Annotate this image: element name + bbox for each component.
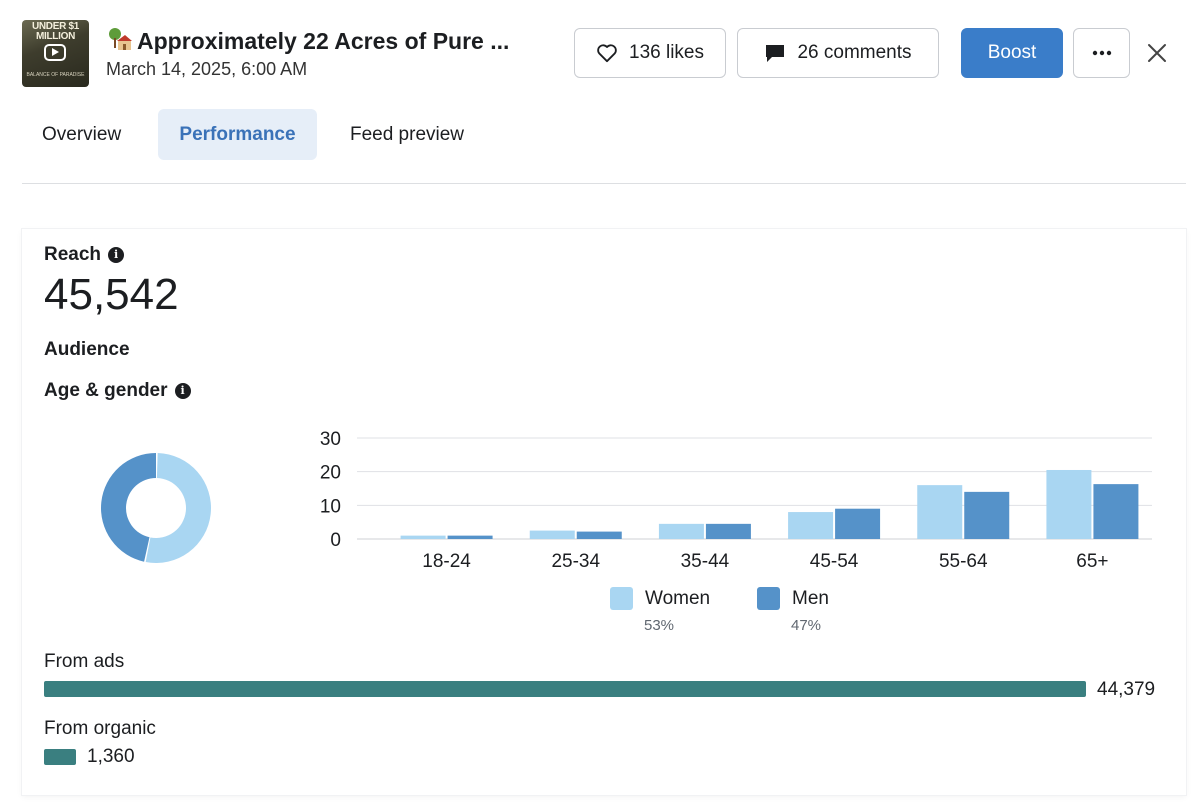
legend-men: Men 47% [757, 587, 829, 634]
bar-men-65+[interactable] [1093, 484, 1139, 539]
thumbnail-subtext: BALANCE OF PARADISE [26, 72, 85, 78]
boost-button[interactable]: Boost [961, 28, 1063, 78]
video-play-icon [44, 44, 66, 61]
tab-overview[interactable]: Overview [22, 109, 146, 160]
legend-label-women: Women [645, 588, 711, 609]
bar-women-18-24[interactable] [400, 535, 446, 539]
thumbnail-text: UNDER $1 MILLION [31, 21, 80, 42]
bar-women-65+[interactable] [1046, 469, 1092, 539]
comments-button[interactable]: 26 comments [737, 28, 939, 78]
bar-women-35-44[interactable] [658, 523, 704, 539]
age-gender-heading: Age & gender i [44, 380, 191, 402]
house-tree-icon [109, 28, 132, 50]
likes-button[interactable]: 136 likes [574, 28, 726, 78]
y-tick-label: 0 [330, 530, 341, 551]
more-options-button[interactable] [1073, 28, 1130, 78]
from-ads-value: 44,379 [1097, 679, 1156, 700]
tab-feed-preview[interactable]: Feed preview [332, 109, 482, 160]
gender-donut-chart [101, 453, 212, 563]
x-tick-label: 35-44 [681, 551, 730, 572]
bar-men-55-64[interactable] [964, 491, 1010, 539]
from-organic-value: 1,360 [87, 746, 135, 767]
legend-women: Women 53% [610, 587, 711, 634]
reach-value: 45,542 [44, 270, 179, 319]
x-tick-label: 45-54 [810, 551, 859, 572]
post-header: UNDER $1 MILLION BALANCE OF PARADISE App… [0, 0, 1200, 106]
legend-pct-women: 53% [644, 617, 675, 634]
legend-pct-men: 47% [791, 617, 822, 634]
close-icon[interactable] [1146, 42, 1168, 64]
from-organic-label: From organic [44, 718, 156, 739]
x-tick-label: 25-34 [551, 551, 600, 572]
donut-slice-men[interactable] [101, 453, 156, 562]
post-thumbnail[interactable]: UNDER $1 MILLION BALANCE OF PARADISE [22, 20, 89, 87]
comment-bubble-icon [766, 45, 785, 62]
legend-label-men: Men [792, 588, 829, 609]
from-ads-label: From ads [44, 651, 125, 672]
info-icon[interactable]: i [108, 247, 125, 263]
more-dots-icon [1092, 50, 1111, 56]
x-tick-label: 55-64 [939, 551, 988, 572]
from-ads-bar [44, 681, 1086, 697]
tab-divider [22, 183, 1186, 184]
reach-heading: Reach i [44, 244, 125, 266]
y-tick-label: 30 [320, 429, 341, 450]
tab-performance[interactable]: Performance [158, 109, 317, 160]
bar-men-18-24[interactable] [447, 535, 493, 539]
likes-count: 136 likes [629, 42, 704, 63]
legend-swatch-women [610, 587, 633, 610]
reach-label: Reach [44, 244, 102, 265]
comments-count: 26 comments [797, 42, 912, 63]
y-tick-label: 20 [320, 463, 341, 484]
bar-women-25-34[interactable] [529, 530, 575, 539]
bar-women-45-54[interactable] [788, 512, 834, 539]
legend-swatch-men [757, 587, 780, 610]
x-tick-label: 18-24 [422, 551, 471, 572]
post-date: March 14, 2025, 6:00 AM [106, 59, 308, 79]
post-title: Approximately 22 Acres of Pure ... [137, 28, 510, 54]
age-gender-bar-chart: 0 10 20 30 18-24 25-34 35-44 45-54 55-64 65+ [320, 429, 1152, 572]
y-tick-label: 10 [320, 496, 341, 517]
heart-icon [597, 44, 617, 63]
bar-men-45-54[interactable] [835, 508, 881, 539]
bar-men-35-44[interactable] [705, 523, 751, 539]
info-icon[interactable]: i [174, 383, 191, 399]
x-tick-label: 65+ [1076, 551, 1108, 572]
bar-women-55-64[interactable] [917, 485, 963, 539]
performance-card: Reach i 45,542 Audience Age & gender i 0… [22, 229, 1186, 795]
from-organic-bar [44, 749, 76, 765]
age-gender-label: Age & gender [44, 380, 168, 401]
bar-men-25-34[interactable] [576, 531, 622, 539]
audience-heading: Audience [44, 339, 130, 360]
